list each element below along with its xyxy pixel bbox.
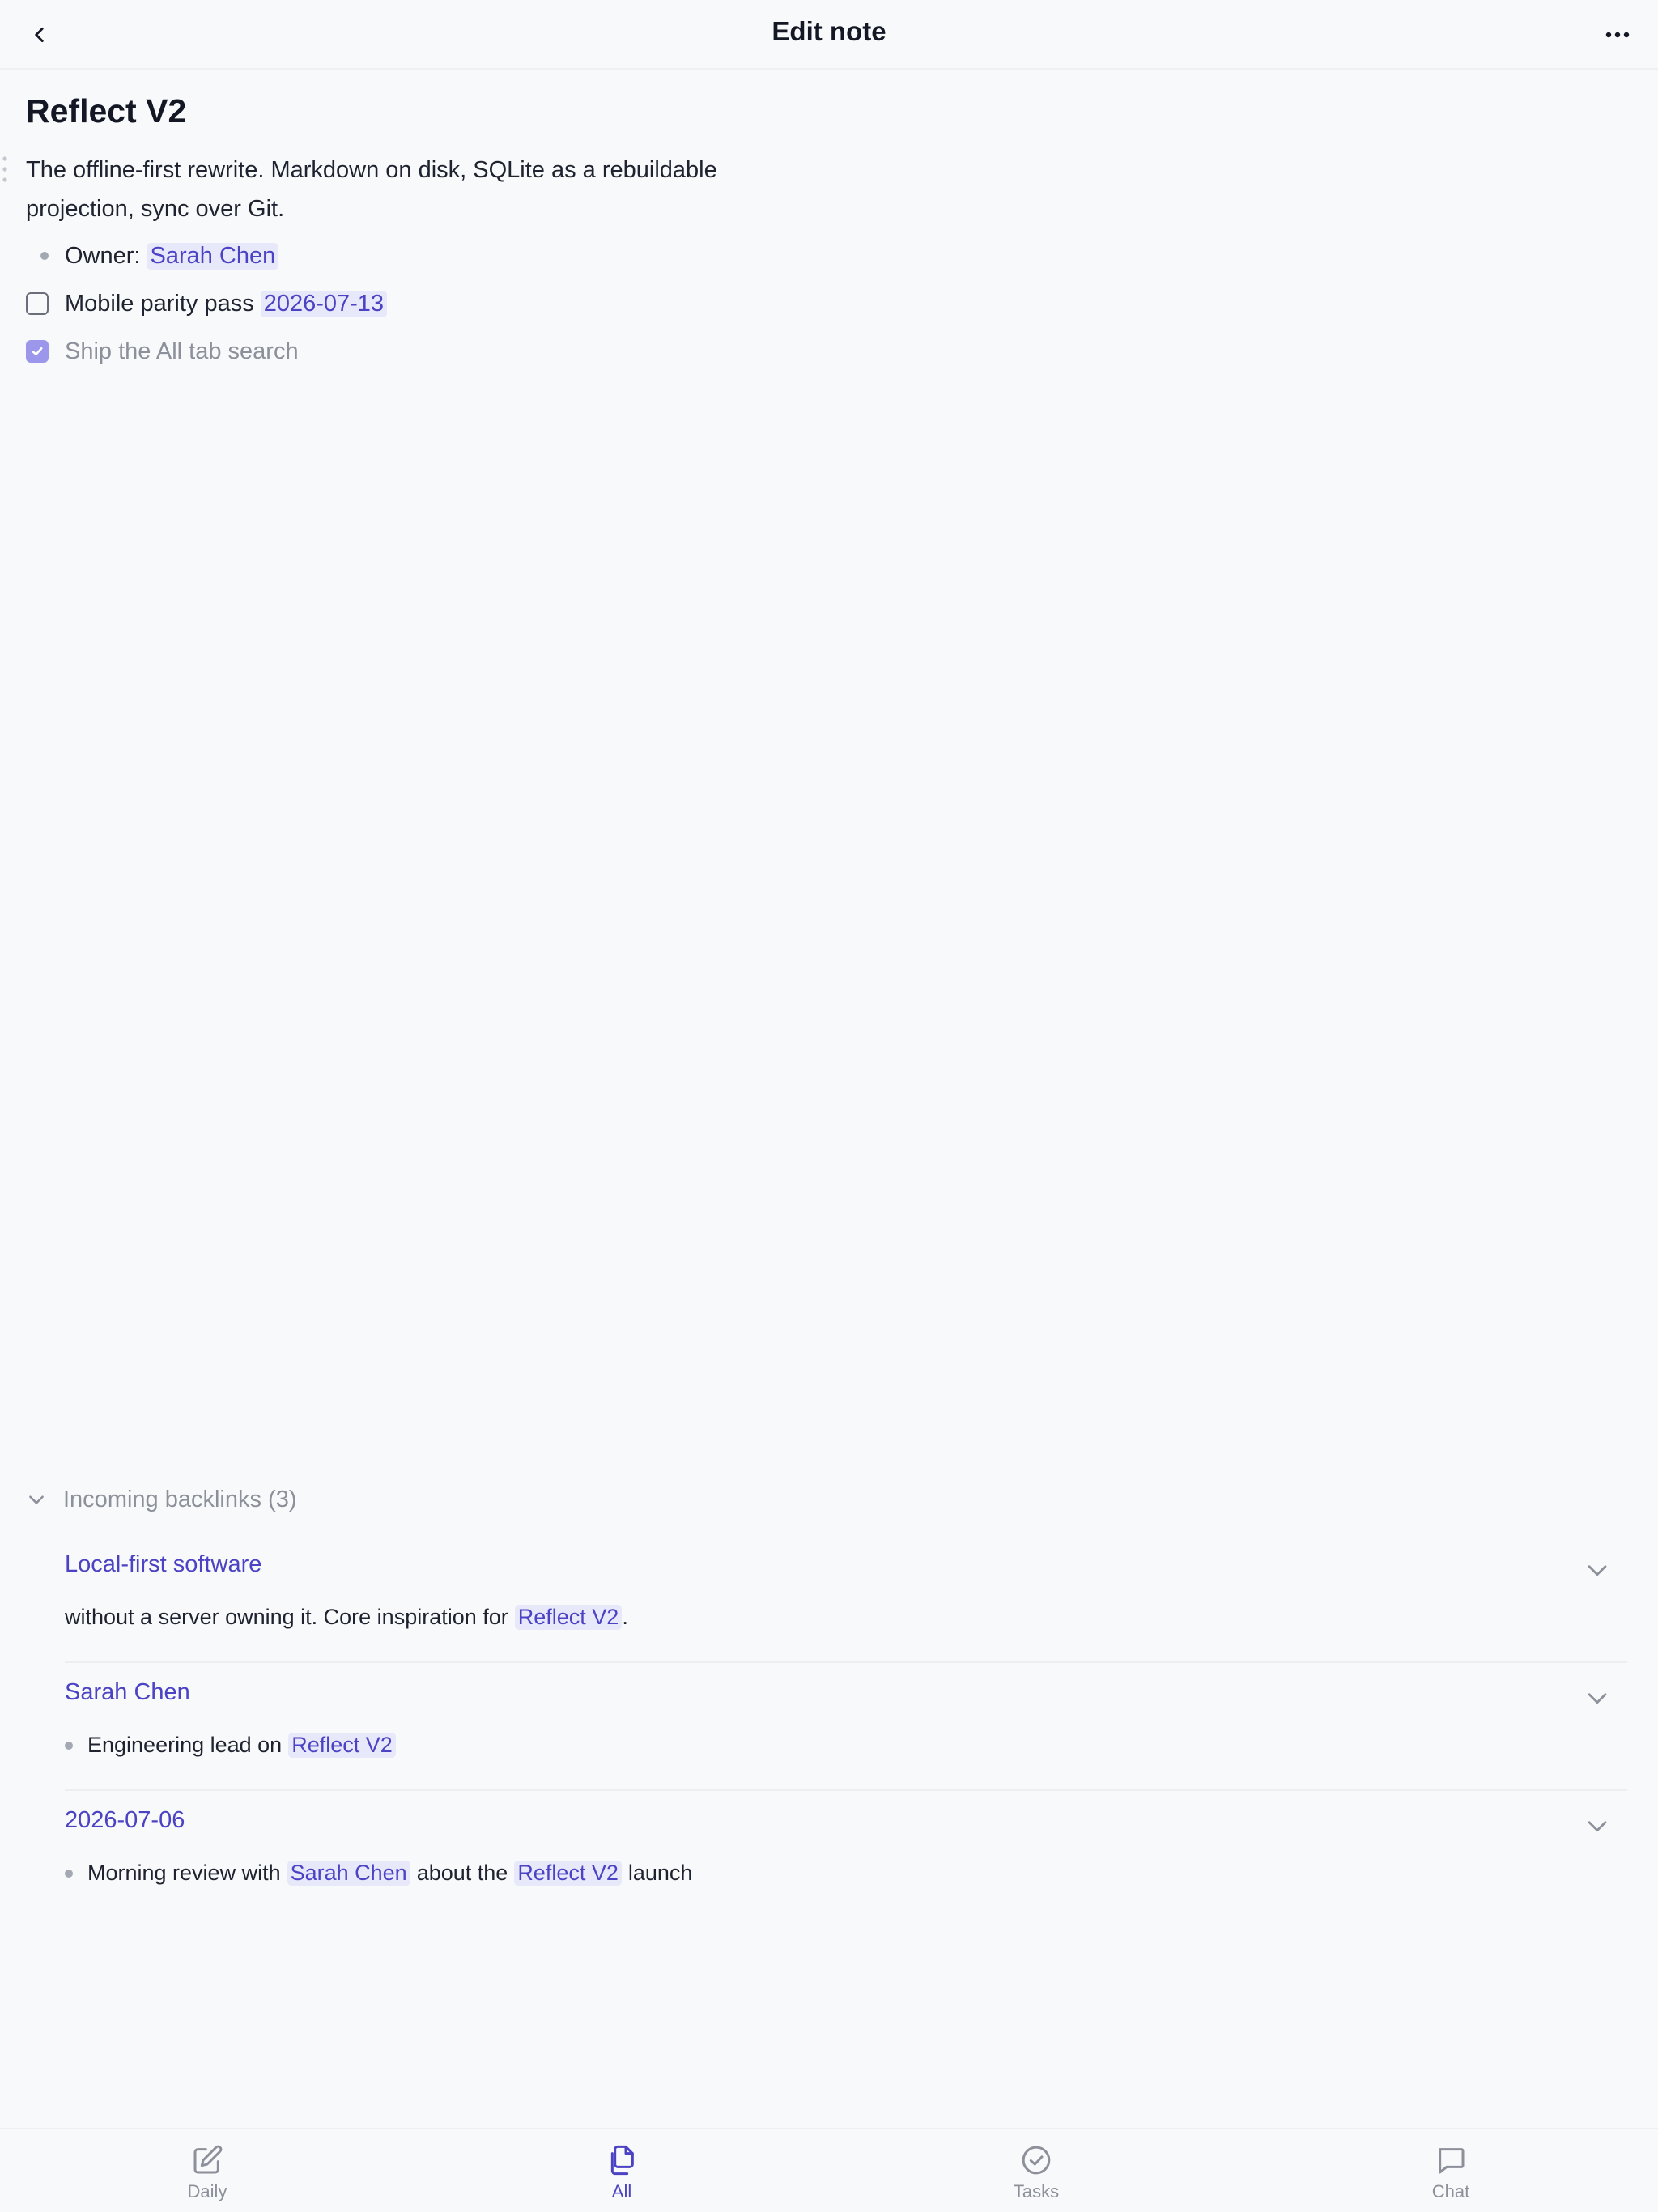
task-mobile-parity: Mobile parity pass 2026-07-13 [26, 285, 388, 322]
backlink-snippet: Morning review with Sarah Chen about the… [53, 1861, 692, 1886]
snippet-text: about the [416, 1861, 508, 1885]
snippet-link[interactable]: Reflect V2 [288, 1733, 396, 1758]
check-icon [32, 347, 43, 356]
bullet-dot [65, 1741, 73, 1750]
more-horizontal-icon [1605, 32, 1630, 38]
snippet-text: . [622, 1605, 628, 1629]
drag-handle-icon[interactable] [2, 155, 8, 183]
owner-label: Owner: [65, 242, 141, 269]
more-options-button[interactable] [1593, 13, 1642, 57]
divider [65, 1789, 1627, 1791]
bullet-dot [40, 252, 49, 260]
backlink-item: Sarah Chen Engineering lead on Reflect V… [65, 1679, 1627, 1793]
snippet-text: launch [627, 1861, 693, 1885]
tab-tasks[interactable]: Tasks [971, 2144, 1101, 2202]
files-icon [610, 2145, 634, 2176]
backlinks-toggle[interactable]: Incoming backlinks (3) [26, 1480, 297, 1519]
tab-label: All [611, 2181, 632, 2201]
snippet-link[interactable]: Reflect V2 [514, 1605, 623, 1630]
divider [65, 1661, 1627, 1663]
backlink-item: 2026-07-06 Morning review with Sarah Che… [65, 1807, 1627, 1904]
snippet-link[interactable]: Reflect V2 [514, 1861, 622, 1886]
snippet-text: Morning review with [87, 1861, 281, 1885]
page-title: Edit note [772, 16, 886, 46]
backlink-snippet: without a server owning it. Core inspira… [65, 1605, 628, 1630]
note-title[interactable]: Reflect V2 [26, 92, 186, 130]
backlink-title[interactable]: 2026-07-06 [65, 1807, 185, 1834]
chevron-down-icon[interactable] [1584, 1556, 1611, 1584]
snippet-link[interactable]: Sarah Chen [287, 1861, 410, 1886]
task-checkbox-unchecked[interactable] [26, 292, 49, 315]
task-date-link[interactable]: 2026-07-13 [260, 290, 388, 317]
chevron-down-icon[interactable] [1584, 1812, 1611, 1840]
tab-label: Daily [187, 2181, 227, 2201]
bottom-tab-bar: Daily All Tasks Chat [0, 2128, 1658, 2212]
backlinks-header-label: Incoming backlinks (3) [63, 1486, 297, 1512]
task-ship-search: Ship the All tab search [26, 333, 299, 370]
snippet-text: without a server owning it. Core inspira… [65, 1605, 508, 1629]
snippet-text: Engineering lead on [87, 1733, 283, 1757]
tab-all[interactable]: All [557, 2144, 687, 2202]
tab-label: Tasks [1013, 2181, 1060, 2201]
backlink-item: Local-first software without a server ow… [65, 1551, 1627, 1665]
edit-note-screen: Edit note Reflect V2 The offline-first r… [0, 0, 1658, 2212]
chat-icon [1439, 2148, 1465, 2174]
task-text-done[interactable]: Ship the All tab search [65, 338, 299, 365]
chevron-down-icon [29, 1495, 44, 1504]
top-bar: Edit note [0, 0, 1658, 70]
backlink-title[interactable]: Sarah Chen [65, 1679, 190, 1706]
task-text[interactable]: Mobile parity pass [65, 291, 254, 317]
chevron-down-icon[interactable] [1584, 1684, 1611, 1712]
task-checkbox-checked[interactable] [26, 340, 49, 363]
tab-daily[interactable]: Daily [142, 2144, 272, 2202]
owner-link[interactable]: Sarah Chen [147, 242, 279, 270]
check-circle-icon [1022, 2146, 1051, 2175]
tab-label: Chat [1431, 2181, 1470, 2201]
backlink-snippet: Engineering lead on Reflect V2 [53, 1733, 396, 1758]
edit-icon [193, 2145, 223, 2174]
tab-chat[interactable]: Chat [1386, 2144, 1516, 2202]
bullet-dot [65, 1869, 73, 1878]
owner-bullet[interactable]: Owner: Sarah Chen [26, 237, 279, 274]
note-paragraph[interactable]: The offline-first rewrite. Markdown on d… [26, 151, 755, 228]
backlink-title[interactable]: Local-first software [65, 1551, 261, 1578]
